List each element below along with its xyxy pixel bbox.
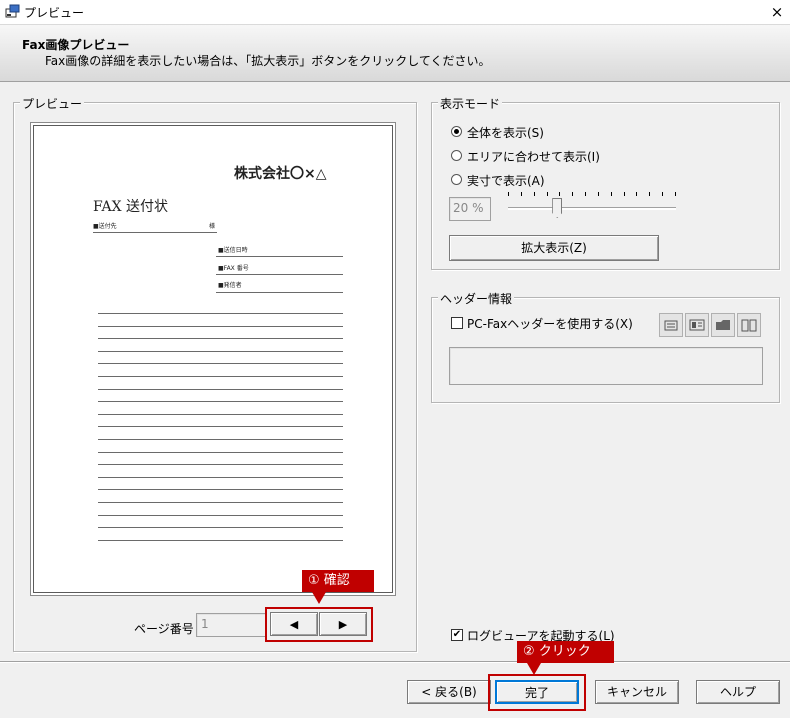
back-button[interactable]: < 戻る(B) [407,680,491,704]
option-fit-all-label: 全体を表示(S) [467,126,544,140]
page-number-field: 1 [196,613,266,637]
slider-tick [623,192,625,196]
callout-pointer [527,663,541,675]
page-number-label: ページ番号 [134,622,194,636]
annotation-callout-confirm: ① 確認 [302,570,374,592]
doc-line [216,274,343,275]
back-button-label: < 戻る(B) [421,685,477,699]
help-button[interactable]: ヘルプ [696,680,780,704]
annotation-step1-text: ① 確認 [308,573,350,588]
cancel-button-label: キャンセル [606,685,667,699]
book-icon[interactable] [737,313,761,337]
doc-honorific: 様 [209,223,216,230]
zoom-button-label: 拡大表示(Z) [521,241,587,255]
preview-group-label: プレビュー [20,95,85,112]
doc-body-line [98,376,343,377]
slider-tick [546,192,548,196]
display-mode-group-label: 表示モード [438,95,503,112]
doc-body-line [98,401,343,403]
close-button[interactable]: × [765,1,789,23]
doc-body-line [98,502,343,503]
doc-fax-label: ■FAX 番号 [218,265,249,272]
slider-tick [649,192,651,196]
doc-body-line [98,539,343,541]
fax-preview-image: 株式会社〇×△ FAX 送付状 ■送付先 様 ■送信日時 ■FAX 番号 ■発信… [30,122,396,596]
doc-title: FAX 送付状 [93,199,169,215]
slider-tick [508,192,509,196]
slider-tick [559,192,561,196]
header-description: Fax画像の詳細を表示したい場合は、「拡大表示」ボタンをクリックしてください。 [45,54,491,68]
slider-tick [572,192,574,196]
slider-tick [585,192,587,196]
header-info-group-label: ヘッダー情報 [438,290,515,307]
annotation-box-page-nav [265,607,373,642]
doc-body-line [98,350,343,352]
window-title: プレビュー [24,6,85,20]
doc-line [93,232,217,233]
card-icon[interactable] [659,313,683,337]
doc-body-line [98,325,343,327]
doc-line [216,292,343,293]
doc-body-line [98,476,343,478]
doc-body-line [98,413,343,415]
doc-company: 株式会社〇×△ [234,166,327,182]
doc-sender-label: ■発信者 [218,282,242,289]
slider-thumb[interactable] [552,198,563,218]
doc-body-line [98,439,343,440]
zoom-value-field: 20 % [449,197,491,221]
doc-body-line [98,363,343,365]
zoom-button[interactable]: 拡大表示(Z) [449,235,659,261]
address-card-icon[interactable] [685,313,709,337]
doc-body-line [98,388,343,390]
cancel-button[interactable]: キャンセル [595,680,679,704]
radio-actual-size[interactable] [451,174,462,185]
doc-date-label: ■送信日時 [218,247,248,254]
slider-tick [675,192,676,196]
radio-fit-all[interactable] [451,126,462,137]
use-pcfax-header-label: PC-Faxヘッダーを使用する(X) [467,317,633,331]
slider-tick [662,192,664,196]
slider-tick [610,192,612,196]
page-number-value: 1 [201,617,209,631]
doc-body-line [98,313,343,314]
doc-body-line [98,489,343,491]
doc-body-line [98,426,343,428]
radio-fit-area[interactable] [451,150,462,161]
doc-body-line [98,527,343,529]
doc-body-line [98,464,343,466]
slider-track [508,207,676,210]
option-actual-size-label: 実寸で表示(A) [467,174,545,188]
header-preview-field [449,347,763,385]
wizard-header: Fax画像プレビュー Fax画像の詳細を表示したい場合は、「拡大表示」ボタンをク… [0,25,790,82]
doc-body-line [98,514,343,516]
app-icon [5,4,20,18]
use-pcfax-header-checkbox[interactable] [451,317,463,329]
option-fit-area-label: エリアに合わせて表示(I) [467,150,600,164]
annotation-step2-text: ② クリック [523,644,591,659]
header-title: Fax画像プレビュー [22,38,130,52]
slider-tick [597,192,599,196]
slider-tick [636,192,638,196]
slider-tick [533,192,535,196]
doc-body-line [98,338,343,340]
zoom-slider[interactable] [508,190,676,220]
doc-body-line [98,451,343,453]
slider-tick [520,192,522,196]
zoom-value: 20 % [453,201,484,215]
footer-separator [0,661,790,663]
annotation-callout-click: ② クリック [517,641,614,663]
log-viewer-checkbox[interactable]: ✔ [451,629,463,641]
callout-pointer [312,592,326,604]
close-icon: × [770,3,784,21]
annotation-box-finish [488,674,586,711]
doc-line [216,256,343,257]
title-bar: プレビュー × [0,0,790,25]
doc-to-label: ■送付先 [93,223,117,230]
checkmark-icon: ✔ [452,629,462,640]
help-button-label: ヘルプ [719,685,756,699]
folder-icon[interactable] [711,313,735,337]
